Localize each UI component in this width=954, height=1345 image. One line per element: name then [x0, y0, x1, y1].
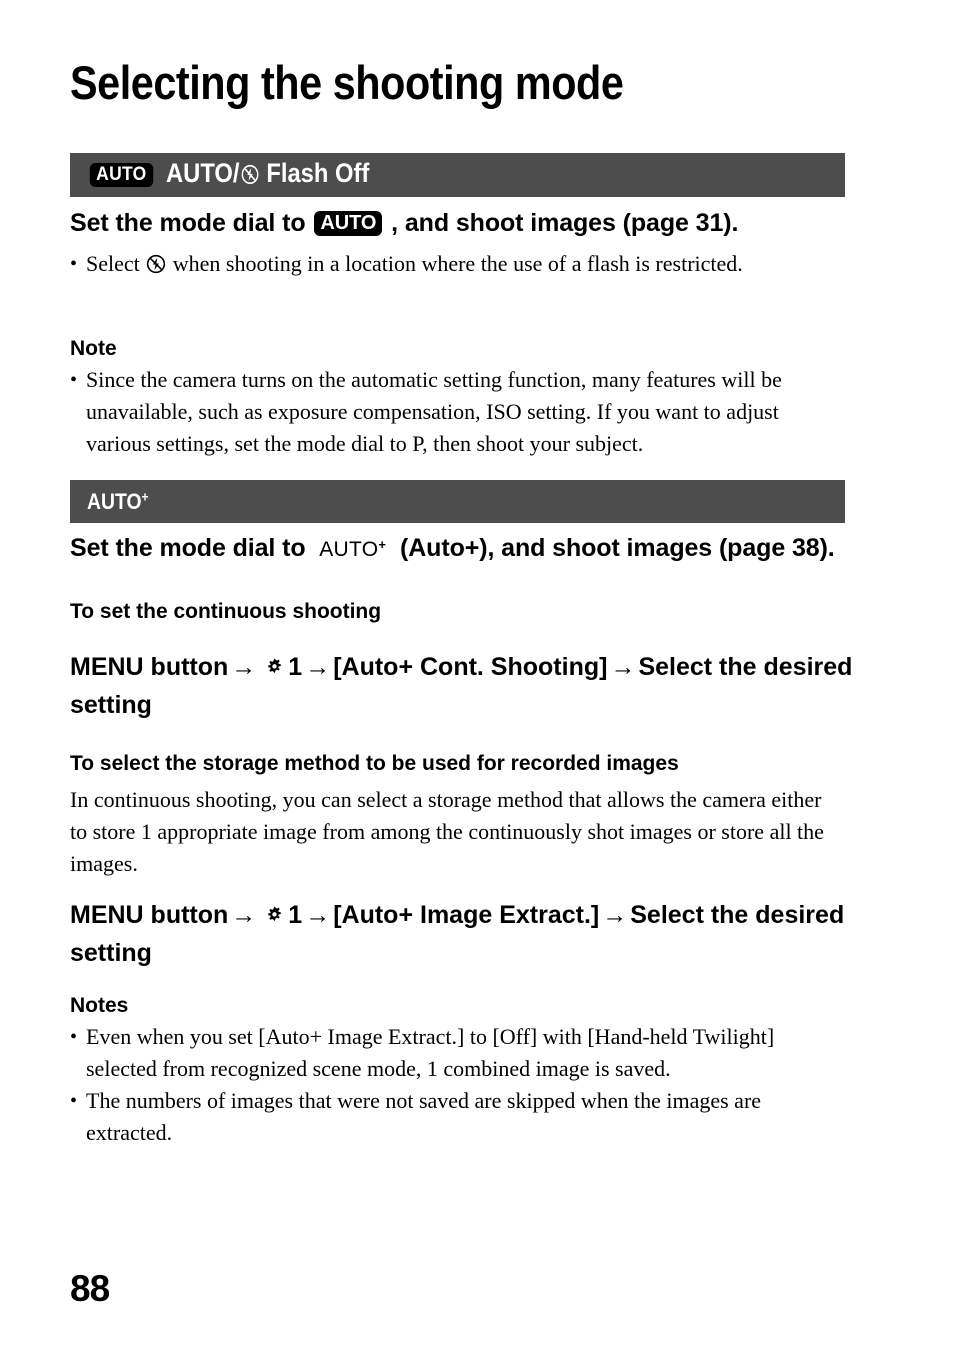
- section-header-auto: AUTO AUTO/ Flash Off: [70, 153, 845, 197]
- bullet-marker: •: [70, 369, 78, 391]
- instruction-set-mode-dial-auto: Set the mode dial to AUTO , and shoot im…: [70, 209, 738, 238]
- menu-path-start: MENU button: [70, 653, 229, 681]
- section-header-auto-plus-label: AUTO+: [87, 489, 149, 515]
- storage-method-body: In continuous shooting, you can select a…: [70, 787, 824, 876]
- arrow-icon: →: [231, 653, 257, 681]
- section-header-auto-plus-title: AUTO: [87, 488, 142, 514]
- subheading-continuous-shooting: To set the continuous shooting: [70, 600, 382, 623]
- list-item: • Select when shooting in a location whe…: [70, 248, 830, 283]
- bullet-prefix: Select: [86, 251, 140, 276]
- gear-icon: [264, 653, 285, 688]
- auto-badge-icon: AUTO: [89, 162, 153, 188]
- subheading-storage-method: To select the storage method to be used …: [70, 752, 679, 775]
- section-header-auto-plus: AUTO+: [70, 480, 845, 523]
- menu-tab-number: 1: [288, 901, 303, 929]
- flash-off-icon: [146, 251, 166, 283]
- menu-path-auto-image-extract: MENU button → 1 → [Auto+ Image Extract.] → Sel…: [70, 898, 870, 971]
- arrow-icon: →: [305, 901, 331, 929]
- gear-icon: [264, 901, 285, 936]
- menu-item-label: [Auto+ Cont. Shooting]: [333, 653, 608, 681]
- menu-path-start: MENU button: [70, 901, 229, 929]
- list-item-text: Select when shooting in a location where…: [86, 248, 830, 283]
- notes-heading: Notes: [70, 994, 129, 1017]
- instruction-prefix: Set the mode dial to: [70, 209, 306, 237]
- section-header-auto-prefix: AUTO/: [165, 158, 240, 188]
- list-item-text: Since the camera turns on the automatic …: [86, 367, 782, 456]
- arrow-icon: →: [602, 901, 628, 929]
- list-item-text: Even when you set [Auto+ Image Extract.]…: [86, 1024, 775, 1081]
- instruction-suffix: , and shoot images (page 31).: [391, 209, 739, 237]
- list-item: • Even when you set [Auto+ Image Extract…: [70, 1021, 815, 1085]
- bullet-marker: •: [70, 253, 78, 275]
- document-page: Selecting the shooting mode AUTO AUTO/ F…: [0, 0, 954, 1345]
- arrow-icon: →: [305, 653, 331, 681]
- section-header-auto-label: AUTO/ Flash Off: [166, 158, 369, 192]
- bullet-list-flash: • Select when shooting in a location whe…: [70, 248, 830, 283]
- auto-plus-dial-icon: AUTO+: [319, 536, 387, 561]
- auto-plus-dial-label: AUTO: [319, 538, 379, 561]
- auto-badge-inline-icon: AUTO: [314, 211, 383, 236]
- list-item: • The numbers of images that were not sa…: [70, 1085, 815, 1149]
- note-list-auto: • Since the camera turns on the automati…: [70, 364, 815, 460]
- section-header-auto-suffix: Flash Off: [266, 158, 370, 188]
- bullet-marker: •: [70, 1090, 78, 1112]
- instruction-set-mode-dial-auto-plus: Set the mode dial to AUTO+ (Auto+), and …: [70, 534, 835, 563]
- superscript-plus: +: [378, 536, 387, 552]
- menu-path-auto-cont-shooting: MENU button → 1 → [Auto+ Cont. Shooting] → Sel…: [70, 650, 870, 723]
- bullet-suffix: when shooting in a location where the us…: [172, 251, 743, 276]
- instruction-suffix: (Auto+), and shoot images (page 38).: [400, 534, 835, 562]
- bullet-marker: •: [70, 1026, 78, 1048]
- flash-off-icon: [240, 161, 258, 192]
- list-item: • Since the camera turns on the automati…: [70, 364, 815, 460]
- page-number: 88: [70, 1268, 110, 1309]
- notes-list-auto-plus: • Even when you set [Auto+ Image Extract…: [70, 1021, 815, 1149]
- menu-item-label: [Auto+ Image Extract.]: [333, 901, 600, 929]
- page-title: Selecting the shooting mode: [70, 56, 624, 109]
- note-heading: Note: [70, 337, 117, 360]
- list-item-text: The numbers of images that were not save…: [86, 1088, 762, 1145]
- arrow-icon: →: [610, 653, 636, 681]
- instruction-prefix: Set the mode dial to: [70, 534, 306, 562]
- arrow-icon: →: [231, 901, 257, 929]
- superscript-plus: +: [141, 489, 149, 504]
- menu-tab-number: 1: [288, 653, 303, 681]
